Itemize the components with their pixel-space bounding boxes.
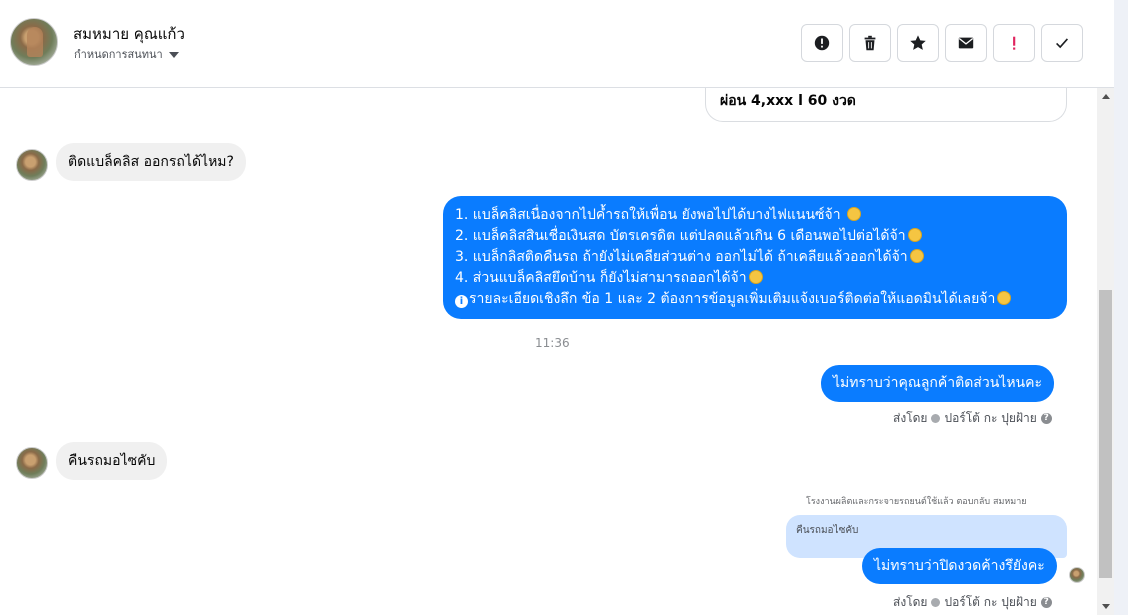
sent-by-info: ส่งโดย ปอร์โต้ กะ ปุยฝ้าย ? — [893, 593, 1052, 612]
follow-up-button[interactable] — [993, 24, 1035, 62]
verified-icon — [931, 598, 941, 607]
product-card[interactable]: ผ่อน 4,xxx l 60 งวด — [705, 88, 1067, 122]
arrow-down-icon — [1101, 604, 1110, 609]
message-timestamp: 11:36 — [535, 336, 570, 350]
help-icon[interactable]: ? — [1040, 413, 1052, 424]
card-text: ผ่อน 4,xxx l 60 งวด — [720, 93, 856, 109]
alert-circle-icon — [814, 35, 830, 51]
emoji-icon — [909, 249, 924, 263]
arrow-up-icon — [1101, 94, 1110, 99]
outgoing-message[interactable]: ไม่ทราบว่าคุณลูกค้าติดส่วนไหนคะ — [821, 365, 1055, 402]
incoming-message[interactable]: คืนรถมอไซคับ — [56, 442, 168, 480]
emoji-icon — [907, 228, 922, 242]
exclamation-icon — [1013, 36, 1016, 50]
caret-down-icon — [168, 52, 179, 58]
conversation-schedule-dropdown[interactable]: กำหนดการสนทนา — [74, 45, 179, 63]
scroll-up-button[interactable] — [1097, 88, 1114, 105]
verified-icon — [931, 414, 941, 423]
message-line-3: 3. แบล็กลิสติดคืนรถ ถ้ายังไม่เคลียส่วนต่… — [455, 247, 1055, 268]
check-icon — [1056, 38, 1069, 49]
emoji-icon — [997, 291, 1012, 305]
emoji-icon — [748, 270, 763, 284]
action-toolbar — [801, 24, 1083, 62]
conversation-header: สมหมาย คุณแก้ว กำหนดการสนทนา — [0, 0, 1114, 88]
sender-name: ปอร์โต้ กะ ปุยฝ้าย — [944, 411, 1037, 425]
sender-name: ปอร์โต้ กะ ปุยฝ้าย — [944, 595, 1037, 609]
message-line-2: 2. แบล็คลิสสินเชื่อเงินสด บัตรเครดิต แต่… — [455, 226, 1055, 247]
window-edge — [1114, 0, 1128, 615]
contact-name[interactable]: สมหมาย คุณแก้ว — [73, 22, 185, 46]
star-icon — [910, 35, 926, 50]
mark-spam-button[interactable] — [801, 24, 843, 62]
outgoing-message-list[interactable]: 1. แบล็คลิสเนื่องจากไปค้ำรถให้เพื่อน ยัง… — [443, 196, 1067, 319]
mark-done-button[interactable] — [1041, 24, 1083, 62]
mail-icon — [958, 37, 974, 49]
sender-avatar[interactable] — [16, 447, 48, 479]
star-button[interactable] — [897, 24, 939, 62]
delete-button[interactable] — [849, 24, 891, 62]
scrollbar-thumb[interactable] — [1099, 290, 1112, 578]
info-icon: i — [455, 295, 468, 308]
outgoing-reply-message[interactable]: ไม่ทราบว่าปิดงวดค้างรึยังคะ — [862, 548, 1057, 584]
message-line-1: 1. แบล็คลิสเนื่องจากไปค้ำรถให้เพื่อน ยัง… — [455, 205, 1055, 226]
help-icon[interactable]: ? — [1040, 597, 1052, 608]
mark-unread-button[interactable] — [945, 24, 987, 62]
emoji-icon — [847, 207, 862, 221]
sent-by-info: ส่งโดย ปอร์โต้ กะ ปุยฝ้าย ? — [893, 409, 1052, 428]
scroll-down-button[interactable] — [1097, 598, 1114, 615]
trash-icon — [864, 35, 876, 51]
message-thread[interactable]: ผ่อน 4,xxx l 60 งวด ติดแบล็คลิส ออกรถได้… — [0, 88, 1097, 615]
message-line-4: 4. ส่วนแบล็คลิสยึดบ้าน ก็ยังไม่สามารถออก… — [455, 268, 1055, 289]
reply-context: โรงงานผลิตและกระจายรถยนต์ใช้แล้ว ตอบกลับ… — [806, 497, 1027, 507]
sender-avatar[interactable] — [16, 149, 48, 181]
conversation-schedule-label: กำหนดการสนทนา — [74, 48, 163, 61]
message-line-5: i รายละเอียดเชิงลึก ข้อ 1 และ 2 ต้องการข้… — [455, 289, 1055, 310]
incoming-message[interactable]: ติดแบล็คลิส ออกรถได้ไหม? — [56, 143, 246, 181]
contact-avatar[interactable] — [10, 18, 58, 66]
read-receipt-avatar — [1069, 567, 1085, 583]
